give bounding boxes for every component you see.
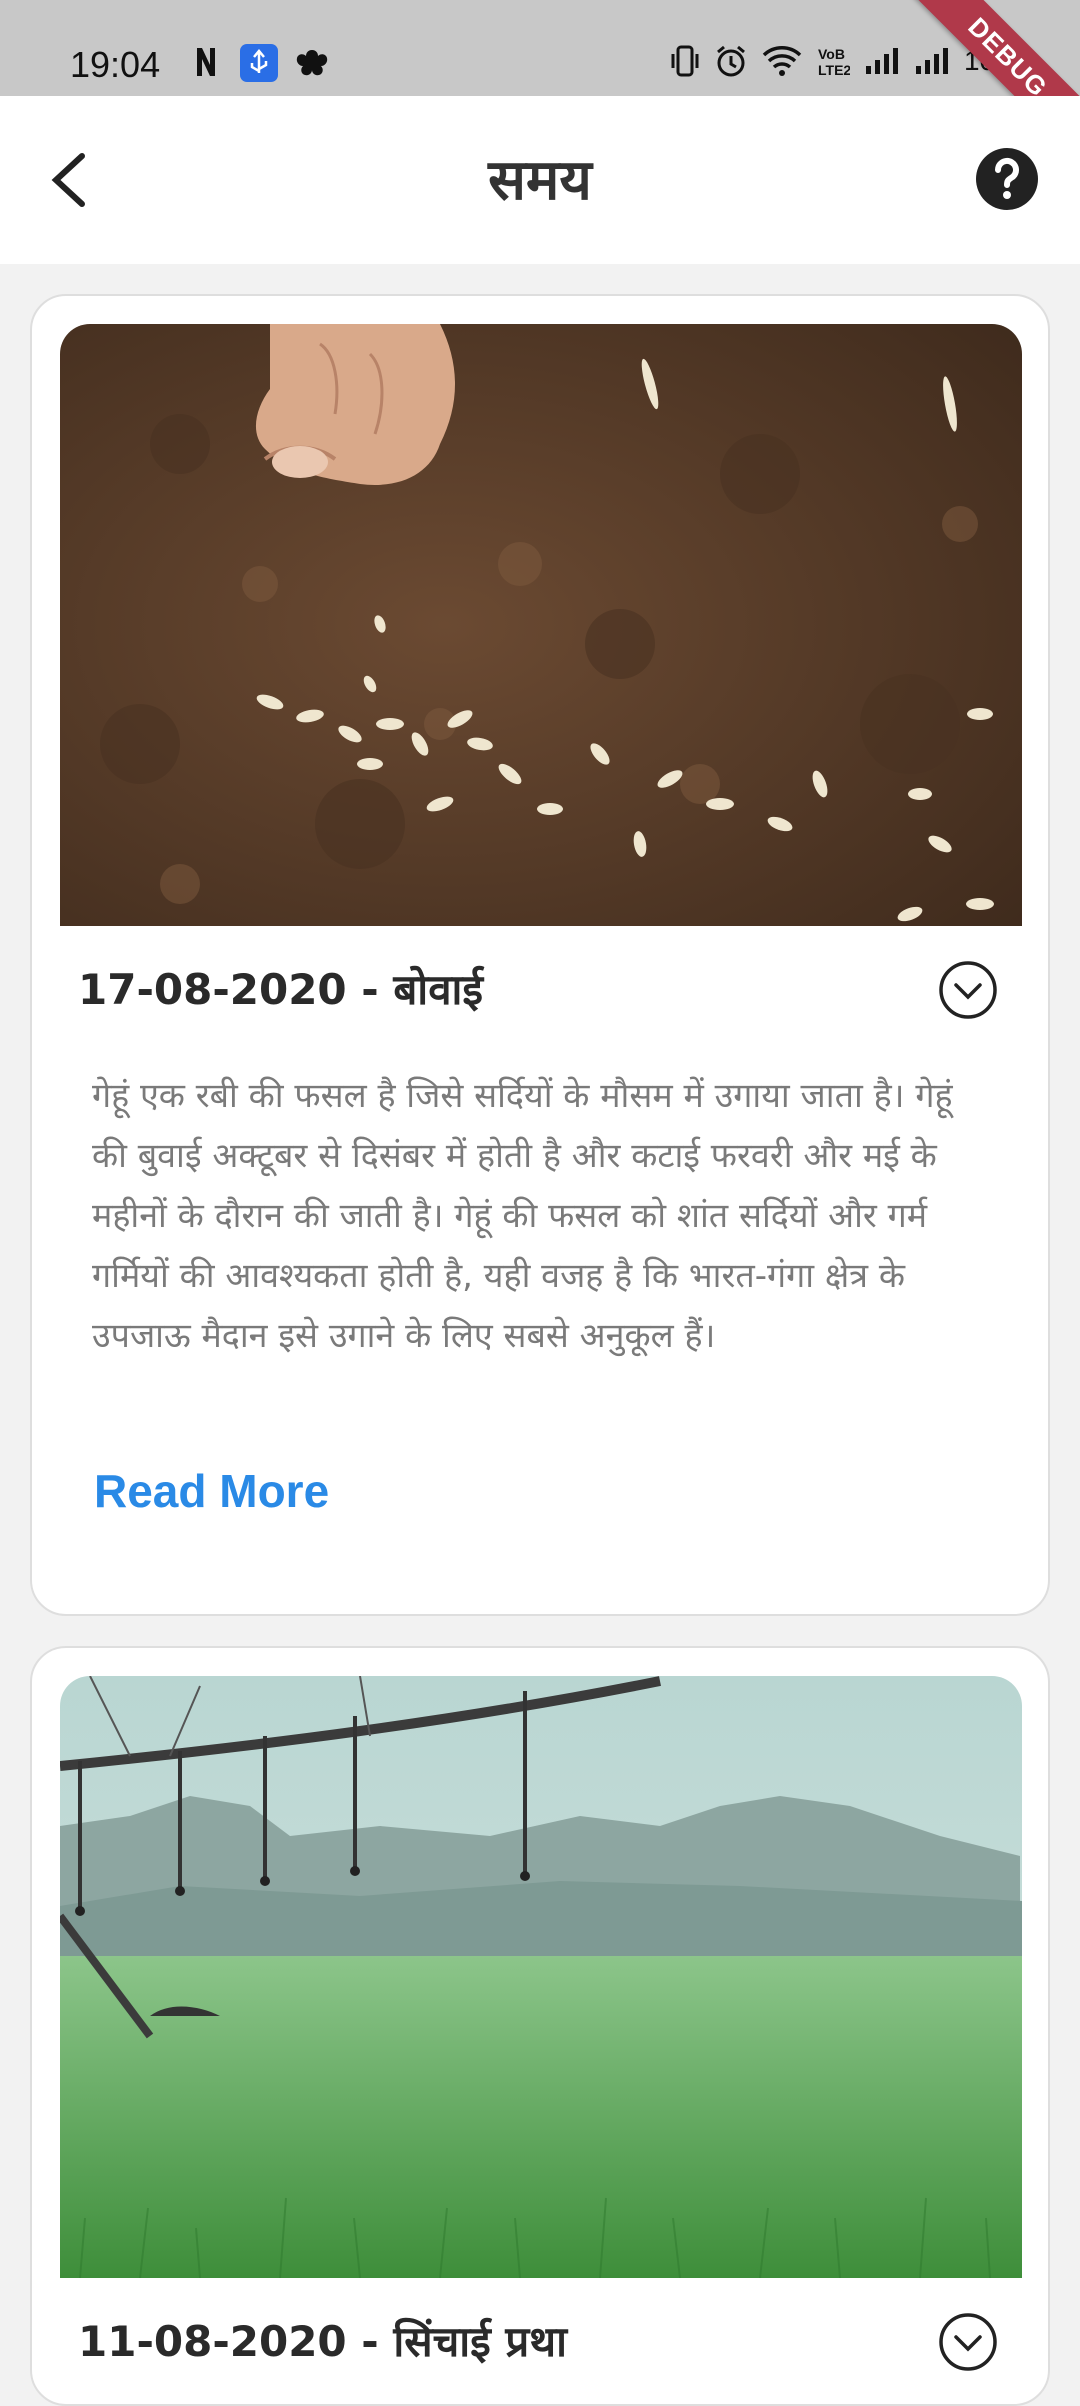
n-icon <box>197 48 215 76</box>
volte-icon: VoB LTE2 <box>818 46 850 78</box>
chevron-down-circle-icon-2[interactable] <box>938 2312 998 2372</box>
hand-sowing-seeds-photo <box>60 324 1022 926</box>
card-description: गेहूं एक रबी की फसल है जिसे सर्दियों के … <box>92 1076 953 1356</box>
wifi-icon <box>762 46 802 76</box>
card-title: 17-08-2020 - बोवाई <box>78 965 484 1014</box>
page-title: समय <box>488 148 592 213</box>
timeline-card-2: 11-08-2020 - सिंचाई प्रथा <box>30 1646 1050 2406</box>
chevron-down-circle-icon[interactable] <box>938 960 998 1020</box>
timeline-card: 17-08-2020 - बोवाई गेहूं एक रबी की फसल ह… <box>30 294 1050 1616</box>
app-bar: समय <box>0 96 1080 264</box>
app-icon <box>296 50 328 76</box>
alarm-icon <box>716 45 745 77</box>
read-more-link[interactable]: Read More <box>94 1464 329 1518</box>
help-circle-icon[interactable] <box>974 146 1040 212</box>
vibrate-icon <box>671 45 699 77</box>
card-title-2: 11-08-2020 - सिंचाई प्रथा <box>78 2317 568 2366</box>
svg-text:LTE2: LTE2 <box>818 62 850 78</box>
signal-icon-2 <box>915 48 948 74</box>
irrigation-wheat-field-photo <box>60 1676 1022 2278</box>
status-bar: 19:04 VoB LTE2 DEBUG <box>0 0 1080 180</box>
svg-text:VoB: VoB <box>818 46 845 62</box>
status-time: 19:04 <box>70 44 161 85</box>
usb-icon <box>240 44 278 82</box>
signal-icon <box>865 48 898 74</box>
